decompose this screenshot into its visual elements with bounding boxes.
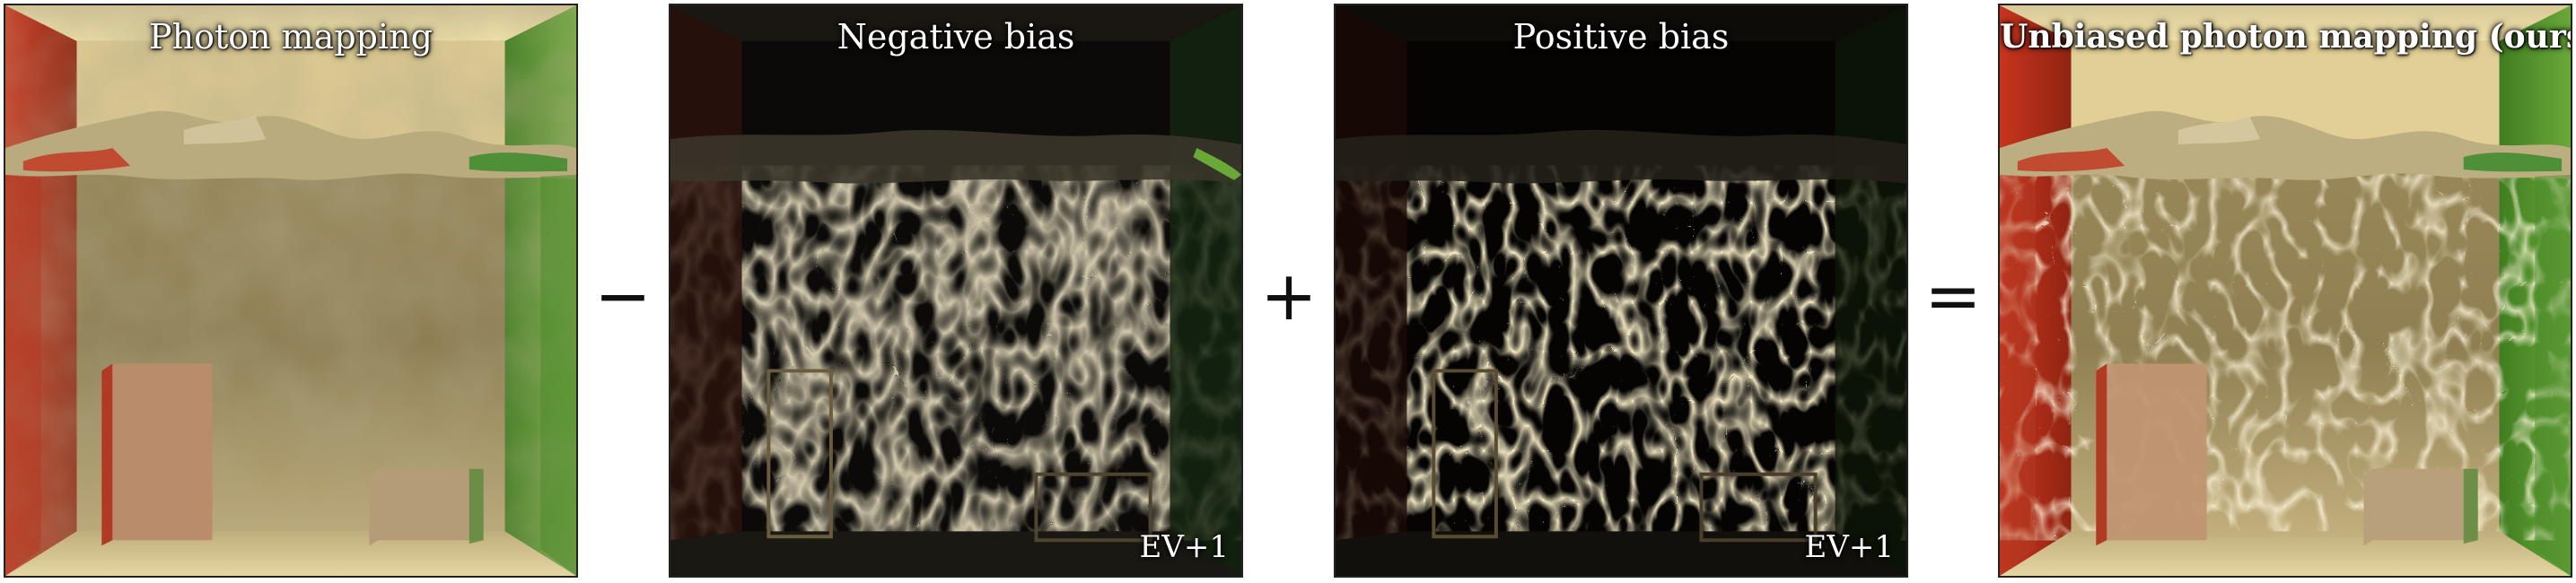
- negative-bias-render: [670, 5, 1241, 576]
- panel-title: Unbiased photon mapping (ours): [2000, 18, 2572, 56]
- panel-title: Photon mapping: [149, 17, 433, 57]
- minus-operator: −: [594, 256, 652, 335]
- positive-bias-render: [1336, 5, 1906, 576]
- image-panel-positive-bias: Positive bias EV+1: [1334, 4, 1908, 578]
- exposure-label: EV+1: [1804, 529, 1895, 565]
- panel-title: Positive bias: [1512, 17, 1730, 57]
- image-panel-negative-bias: Negative bias EV+1: [669, 4, 1243, 578]
- photon-mapping-render: [5, 5, 576, 576]
- image-panel-photon-mapping: Photon mapping: [4, 4, 578, 578]
- image-panel-unbiased-photon-mapping: Unbiased photon mapping (ours): [1998, 4, 2572, 578]
- exposure-label: EV+1: [1139, 529, 1230, 565]
- unbiased-photon-mapping-render: [2000, 5, 2571, 576]
- equals-operator: =: [1924, 256, 1982, 335]
- plus-operator: +: [1260, 256, 1318, 335]
- panel-title: Negative bias: [837, 17, 1075, 57]
